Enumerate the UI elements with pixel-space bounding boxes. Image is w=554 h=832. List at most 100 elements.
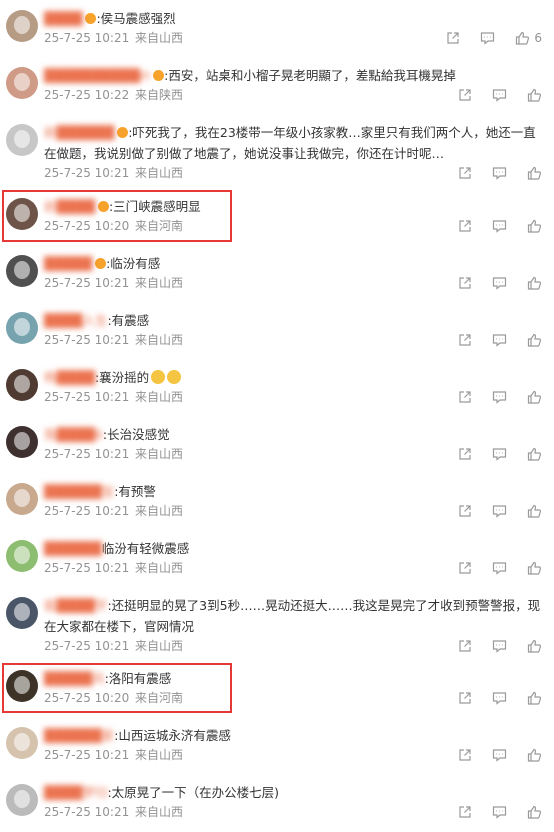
avatar[interactable] (6, 255, 38, 287)
comment-icon[interactable] (492, 805, 507, 819)
comment-location: 来自山西 (131, 561, 184, 575)
comment-actions (458, 638, 542, 654)
comment-username[interactable]: ████梦归 (44, 782, 107, 803)
like-button[interactable] (527, 691, 542, 705)
like-button[interactable] (527, 748, 542, 762)
comment-icon[interactable] (480, 31, 495, 45)
comment-meta: 25-7-25 10:21 来自山西 (44, 30, 183, 46)
comment-icon[interactable] (492, 166, 507, 180)
like-button[interactable] (527, 639, 542, 653)
comment-timestamp: 25-7-25 10:21 (44, 166, 130, 180)
like-icon (527, 748, 542, 762)
comment-username[interactable]: ██████爱 (44, 725, 114, 746)
comment-icon[interactable] (492, 639, 507, 653)
like-icon (527, 219, 542, 233)
comment-icon[interactable] (492, 504, 507, 518)
comment-icon[interactable] (492, 561, 507, 575)
comment-location: 来自山西 (131, 31, 184, 45)
avatar[interactable] (6, 784, 38, 816)
avatar[interactable] (6, 67, 38, 99)
comment-icon[interactable] (492, 748, 507, 762)
avatar[interactable] (6, 727, 38, 759)
like-button[interactable] (527, 504, 542, 518)
comment-actions (458, 747, 542, 763)
share-icon[interactable] (458, 333, 472, 347)
like-icon (527, 276, 542, 290)
comment-icon[interactable] (492, 276, 507, 290)
share-icon[interactable] (458, 219, 472, 233)
emoji-icon (151, 370, 166, 384)
comment-content: :太原晃了一下（在办公楼七层) (107, 785, 280, 800)
vip-badge-icon (153, 70, 165, 81)
avatar[interactable] (6, 540, 38, 572)
comment-icon[interactable] (492, 691, 507, 705)
comment-username[interactable]: ██████ (44, 538, 102, 559)
share-icon[interactable] (458, 748, 472, 762)
comment-content: :临汾有感 (106, 256, 161, 271)
comment-username[interactable]: ████ (44, 8, 82, 29)
like-button[interactable] (527, 561, 542, 575)
avatar[interactable] (6, 597, 38, 629)
like-button[interactable] (527, 447, 542, 461)
avatar[interactable] (6, 369, 38, 401)
comment-username[interactable]: 前██████ (44, 122, 114, 143)
comment-meta: 25-7-25 10:21 来自山西 (44, 560, 183, 576)
comment-text-block: 狐████宇:还挺明显的晃了3到5秒……晃动还挺大……我这是晃完了才收到预警警报… (44, 595, 544, 637)
comment-content: :西安，站桌和小榴子晃老明顯了，差點給我耳機晃掉 (164, 68, 456, 83)
like-count: 6 (534, 31, 542, 45)
share-icon[interactable] (458, 88, 472, 102)
comment-actions (458, 446, 542, 462)
like-button[interactable] (527, 166, 542, 180)
share-icon[interactable] (458, 166, 472, 180)
comment-username[interactable]: 狐████宇 (44, 595, 107, 616)
like-button[interactable] (527, 805, 542, 819)
comment-username[interactable]: ████人生 (44, 310, 107, 331)
share-icon[interactable] (458, 639, 472, 653)
share-icon[interactable] (458, 504, 472, 518)
like-button[interactable] (527, 390, 542, 404)
comment-meta: 25-7-25 10:21 来自山西 (44, 804, 183, 820)
like-button[interactable] (527, 88, 542, 102)
avatar[interactable] (6, 312, 38, 344)
vip-badge-icon (85, 13, 97, 24)
like-button[interactable] (527, 219, 542, 233)
share-icon[interactable] (458, 447, 472, 461)
comment-meta: 25-7-25 10:21 来自山西 (44, 165, 183, 181)
avatar[interactable] (6, 426, 38, 458)
share-icon[interactable] (446, 31, 460, 45)
comment-content: :还挺明显的晃了3到5秒……晃动还挺大……我这是晃完了才收到预警警报，现在大家都… (44, 598, 541, 634)
comment-text-block: ██████████rt :西安，站桌和小榴子晃老明顯了，差點給我耳機晃掉 (44, 65, 544, 86)
share-icon[interactable] (458, 276, 472, 290)
comment-actions (458, 275, 542, 291)
like-button[interactable] (527, 333, 542, 347)
comment-actions (458, 690, 542, 706)
comment-username[interactable]: 杨████ (44, 367, 95, 388)
like-icon (527, 639, 542, 653)
like-button[interactable]: 6 (515, 30, 542, 46)
comment-icon[interactable] (492, 219, 507, 233)
avatar[interactable] (6, 124, 38, 156)
comment-username[interactable]: ██████████rt (44, 65, 150, 86)
comment-text-block: 我████6:长治没感觉 (44, 424, 544, 445)
like-button[interactable] (527, 276, 542, 290)
comment-timestamp: 25-7-25 10:21 (44, 333, 130, 347)
share-icon[interactable] (458, 691, 472, 705)
comment-icon[interactable] (492, 88, 507, 102)
comment-username[interactable]: ██████宝 (44, 481, 114, 502)
comment-username[interactable]: █████ (44, 253, 92, 274)
comment-meta: 25-7-25 10:21 来自山西 (44, 446, 183, 462)
share-icon[interactable] (458, 390, 472, 404)
share-icon[interactable] (458, 561, 472, 575)
comment-icon[interactable] (492, 333, 507, 347)
comment-location: 来自山西 (131, 639, 184, 653)
comment-meta: 25-7-25 10:21 来自山西 (44, 747, 183, 763)
comment-icon[interactable] (492, 447, 507, 461)
comment-username[interactable]: 我████6 (44, 424, 103, 445)
like-icon (527, 691, 542, 705)
comment-icon[interactable] (492, 390, 507, 404)
avatar[interactable] (6, 483, 38, 515)
avatar[interactable] (6, 10, 38, 42)
share-icon[interactable] (458, 805, 472, 819)
comment-timestamp: 25-7-25 10:21 (44, 639, 130, 653)
comment-timestamp: 25-7-25 10:21 (44, 561, 130, 575)
